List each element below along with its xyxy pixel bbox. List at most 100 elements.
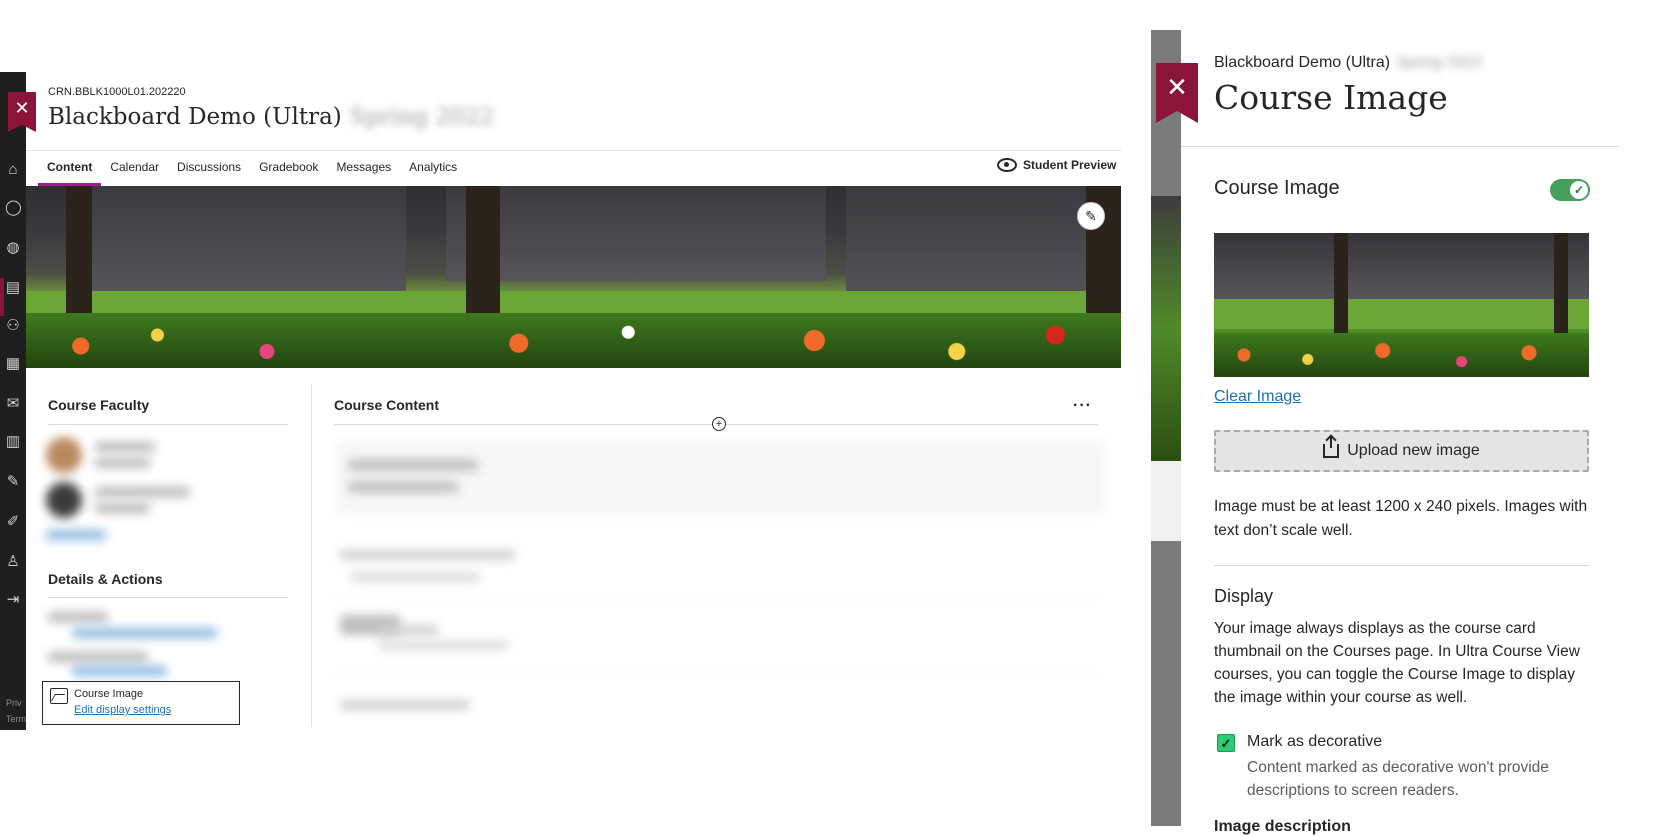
upload-new-image-button[interactable]: Upload new image (1214, 430, 1589, 472)
courses-icon[interactable]: ▤ (5, 280, 21, 296)
column-divider (311, 384, 312, 727)
detail-item (48, 612, 108, 622)
eye-icon (997, 158, 1017, 172)
detail-link[interactable] (72, 666, 167, 676)
tab-analytics[interactable]: Analytics (400, 150, 466, 186)
faculty-divider (48, 424, 288, 425)
preview-tree (1554, 233, 1568, 333)
course-title: Blackboard Demo (Ultra) Spring 2022 (48, 104, 494, 130)
course-image-toggle[interactable] (1550, 179, 1590, 201)
banner-flowers (26, 313, 1121, 368)
list-item[interactable] (336, 440, 1106, 515)
tools-icon[interactable]: ✎ (5, 474, 21, 490)
course-content-heading: Course Content (334, 397, 439, 413)
list-divider (334, 597, 1098, 598)
tab-discussions[interactable]: Discussions (168, 150, 250, 186)
faculty-role (95, 458, 150, 468)
more-icon: ··· (1073, 397, 1092, 414)
list-item-meta (378, 640, 508, 650)
course-image-label: Course Image (74, 688, 144, 700)
list-item-title (348, 460, 478, 470)
image-icon (50, 688, 68, 704)
preview-tree (1334, 233, 1348, 333)
course-title-text: Blackboard Demo (Ultra) (48, 104, 342, 130)
panel-course-term: Spring 2022 (1396, 54, 1483, 71)
course-image-toggle-label: Course Image (1214, 177, 1340, 199)
view-all-link[interactable] (46, 530, 106, 540)
panel-title: Course Image (1214, 78, 1448, 117)
image-requirements-text: Image must be at least 1200 x 240 pixels… (1214, 498, 1588, 539)
faculty-name (95, 487, 190, 497)
add-icon: + (715, 418, 723, 430)
pencil-icon: ✎ (1085, 208, 1097, 224)
mark-decorative-label[interactable]: Mark as decorative (1247, 733, 1382, 751)
tab-content[interactable]: Content (38, 150, 102, 186)
faculty-name (95, 442, 155, 452)
institution-icon[interactable]: ⌂ (5, 162, 21, 178)
course-faculty-heading: Course Faculty (48, 397, 150, 413)
edit-banner-button[interactable]: ✎ (1077, 202, 1105, 230)
course-image-item[interactable]: Course Image Edit display settings (42, 681, 240, 725)
logout-icon[interactable]: ⇥ (5, 592, 21, 608)
upload-icon (1323, 437, 1340, 458)
globe-icon[interactable]: ◍ (5, 240, 21, 256)
list-item-meta (348, 482, 458, 492)
list-item-title (340, 550, 515, 560)
messages-icon[interactable]: ✉ (5, 396, 21, 412)
avatar (46, 437, 82, 473)
more-options-button[interactable]: ··· (1073, 397, 1092, 415)
panel-course-name: Blackboard Demo (Ultra) Spring 2022 (1214, 54, 1482, 72)
student-preview-button[interactable]: Student Preview (997, 158, 1116, 172)
list-item-title (378, 625, 438, 635)
banner-building (86, 186, 406, 296)
banner-building (846, 186, 1121, 306)
background-page-sliver (1151, 461, 1181, 541)
course-crn: CRN.BBLK1000L01.202220 (48, 86, 186, 98)
tab-calendar[interactable]: Calendar (101, 150, 168, 186)
organizations-icon[interactable]: ⚇ (5, 318, 21, 334)
privacy-link[interactable]: Priv (6, 698, 22, 708)
background-banner-sliver (1151, 196, 1181, 461)
banner-building (446, 186, 826, 281)
course-image-preview (1214, 233, 1589, 377)
close-icon: ✕ (1166, 72, 1188, 102)
terms-link[interactable]: Term (6, 714, 26, 724)
close-icon: ✕ (14, 98, 30, 118)
details-actions-heading: Details & Actions (48, 571, 163, 587)
mark-decorative-help: Content marked as decorative won't provi… (1247, 759, 1549, 799)
tab-messages[interactable]: Messages (327, 150, 400, 186)
course-tabs: Content Calendar Discussions Gradebook M… (38, 150, 466, 186)
list-item-title (340, 700, 470, 710)
list-divider (334, 675, 1098, 676)
course-term: Spring 2022 (349, 104, 494, 130)
detail-item (48, 652, 148, 662)
clear-image-link[interactable]: Clear Image (1214, 388, 1301, 406)
mark-decorative-checkbox[interactable]: ✓ (1217, 734, 1235, 752)
edit-display-settings-link[interactable]: Edit display settings (74, 704, 171, 716)
section-divider (1214, 565, 1589, 566)
check-icon: ✓ (1220, 736, 1232, 751)
profile-icon[interactable]: ◯ (5, 200, 22, 216)
preview-lawn (1214, 299, 1589, 329)
panel-header-divider (1181, 146, 1620, 147)
image-description-label: Image description (1214, 818, 1351, 835)
panel-course-name-text: Blackboard Demo (Ultra) (1214, 54, 1391, 71)
edit-icon[interactable]: ✐ (5, 514, 21, 530)
avatar (46, 482, 82, 518)
add-content-button[interactable]: + (712, 417, 726, 431)
detail-link[interactable] (72, 628, 217, 638)
preview-building (1214, 233, 1589, 303)
details-divider (48, 597, 288, 598)
calendar-icon[interactable]: ▦ (5, 356, 21, 372)
tab-gradebook[interactable]: Gradebook (250, 150, 327, 186)
grades-icon[interactable]: ▥ (5, 434, 21, 450)
faculty-role (95, 503, 150, 513)
display-heading: Display (1214, 586, 1274, 606)
rail-active-indicator (0, 278, 4, 316)
display-description: Your image always displays as the course… (1214, 620, 1580, 706)
list-item-meta (350, 572, 480, 582)
preview-flowers (1214, 333, 1589, 377)
upload-label: Upload new image (1347, 442, 1480, 459)
student-preview-label: Student Preview (1023, 158, 1117, 172)
user-icon[interactable]: ♙ (5, 554, 21, 570)
